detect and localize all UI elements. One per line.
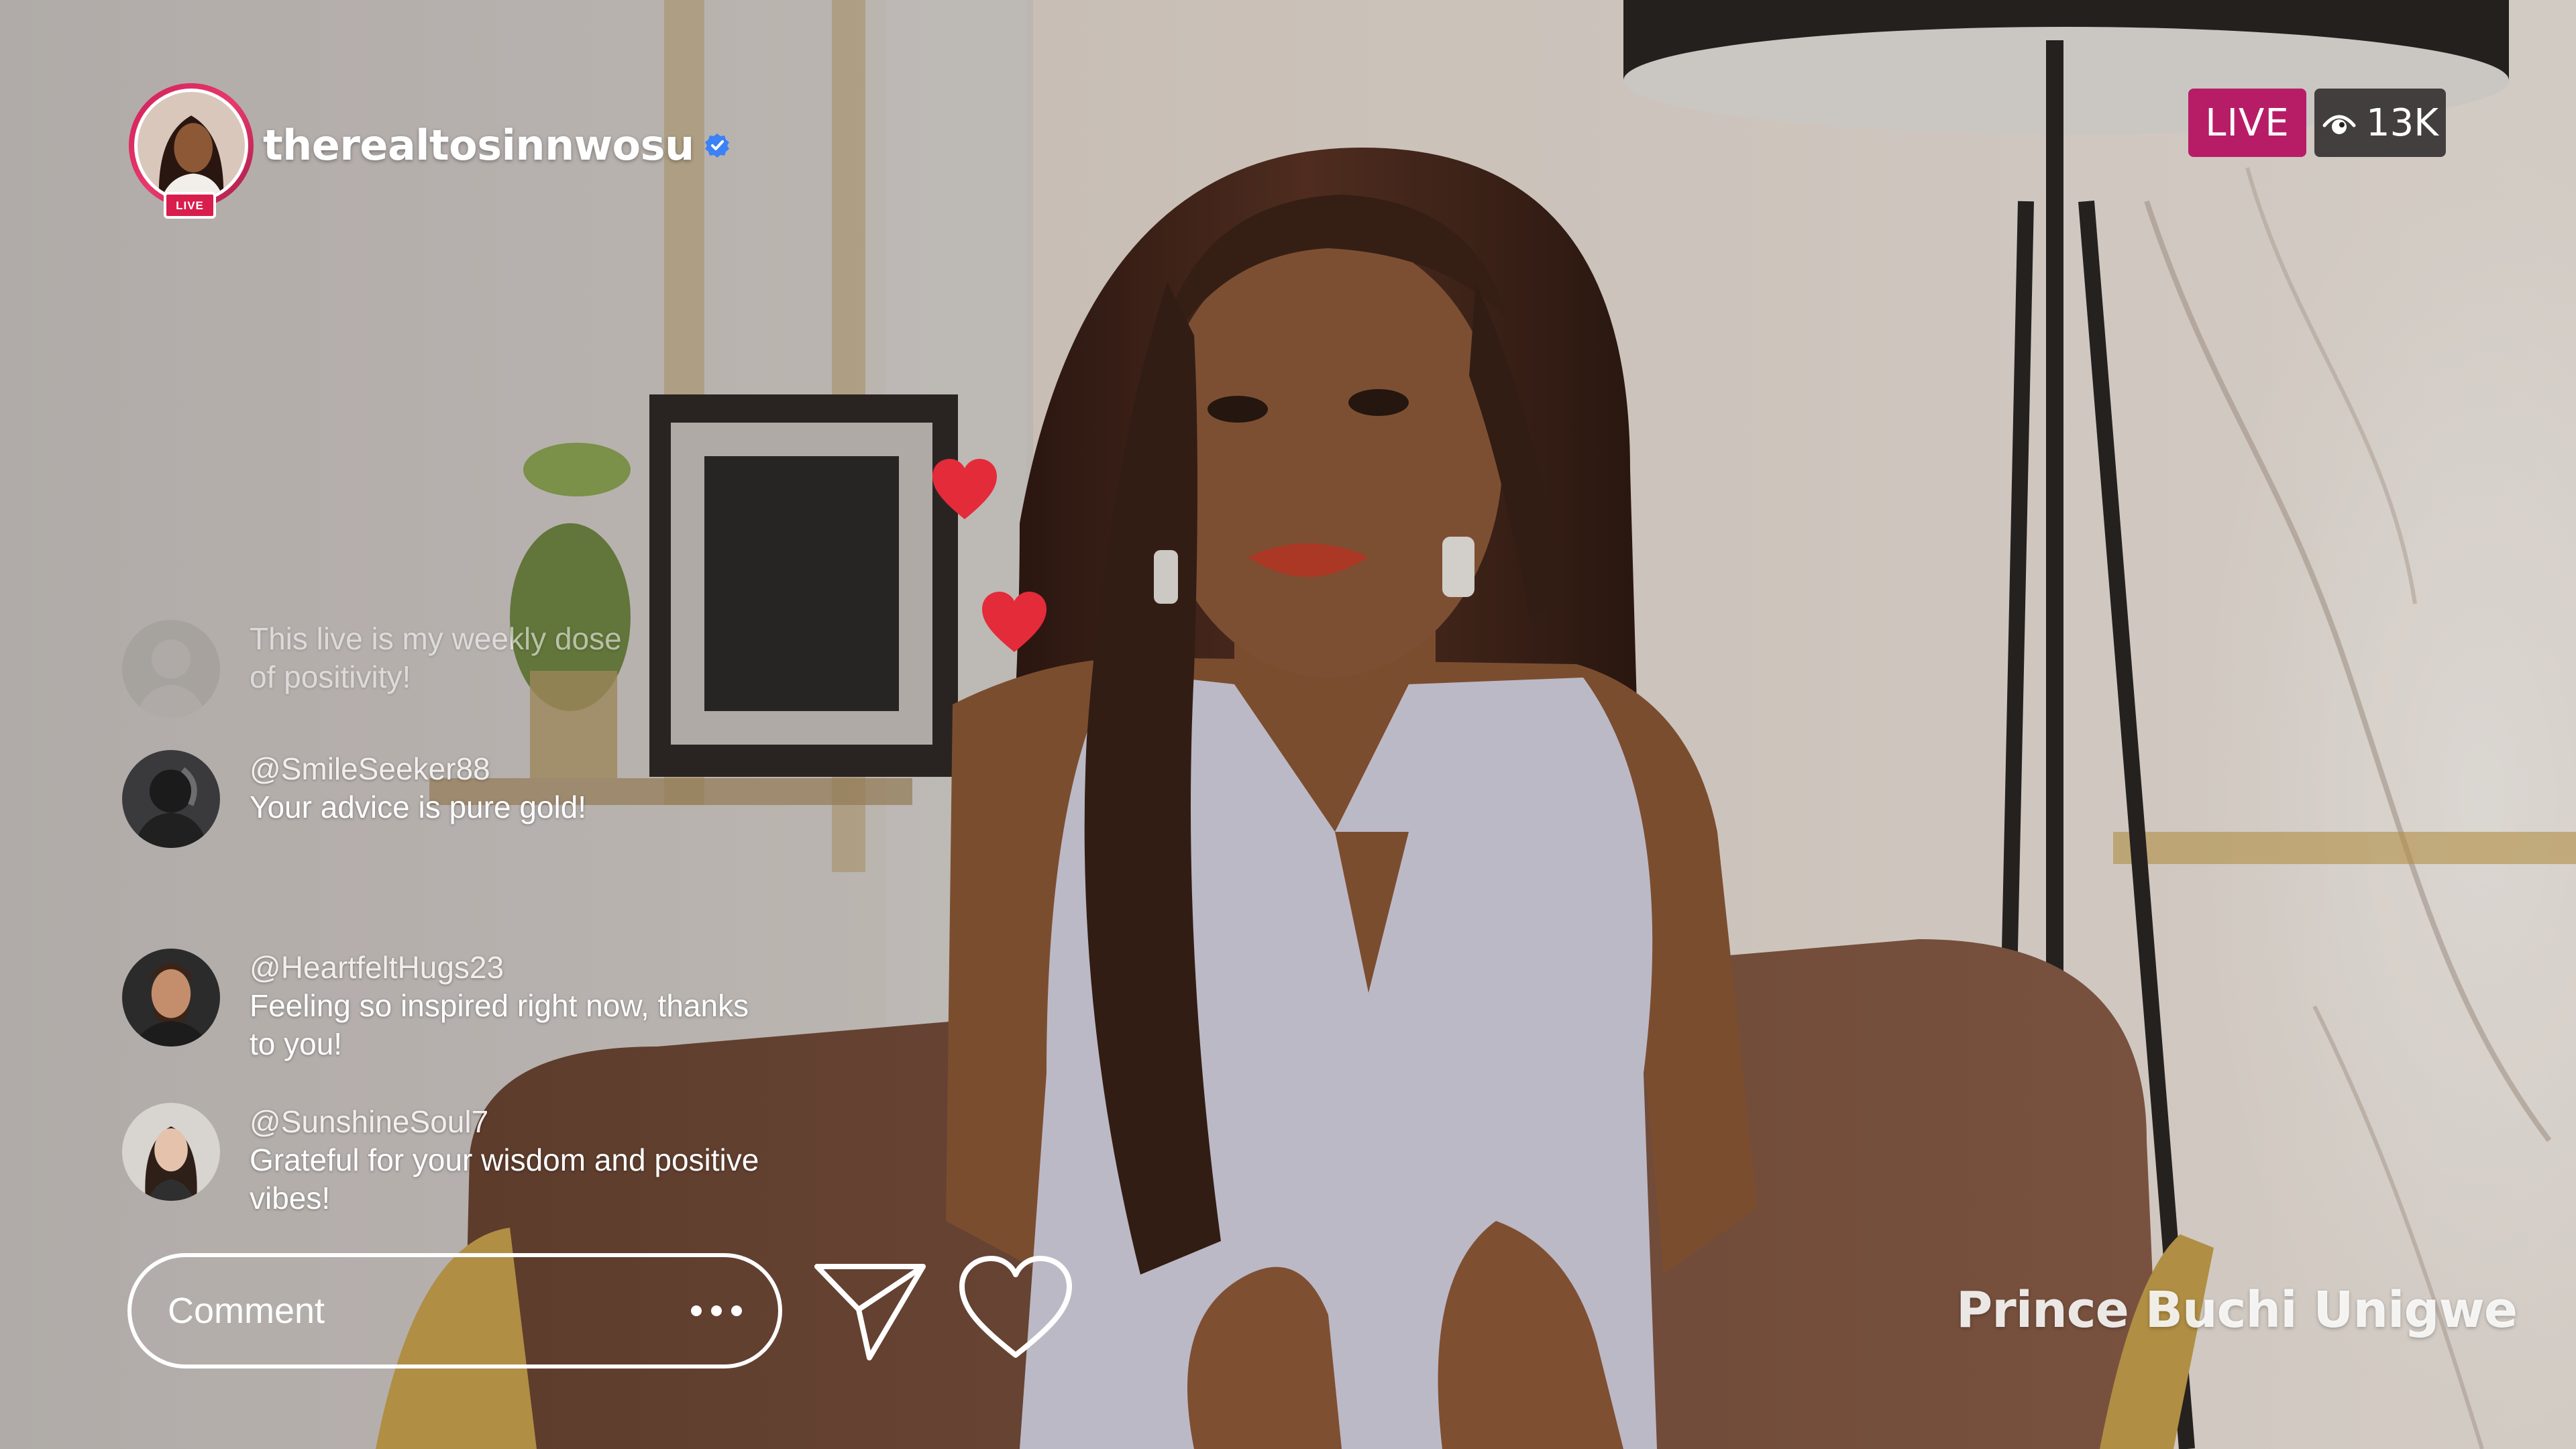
floating-heart-icon [982,592,1046,652]
more-dots-icon[interactable] [691,1305,742,1316]
host-username[interactable]: therealtosinnwosu [263,121,731,170]
comment-item: This live is my weekly dose of positivit… [122,620,622,718]
host-avatar[interactable]: LIVE [129,83,254,219]
viewer-count: 13K [2366,101,2438,145]
comment-text-line-2: vibes! [250,1181,331,1216]
comment-input[interactable]: Comment [127,1253,782,1368]
commenter-avatar[interactable] [122,1103,220,1201]
floating-heart-icon [932,459,997,519]
live-badge: LIVE [2188,89,2306,157]
profile-live-badge: LIVE [164,192,216,219]
comment-handle[interactable]: @HeartfeltHugs23 [250,949,749,987]
comment-text-line-2: of positivity! [250,659,411,694]
comment-handle[interactable]: @SmileSeeker88 [250,750,586,788]
comment-item: @SunshineSoul7 Grateful for your wisdom … [122,1103,759,1218]
eye-icon [2322,115,2356,134]
host-username-text: therealtosinnwosu [263,121,694,170]
comment-item: @HeartfeltHugs23 Feeling so inspired rig… [122,949,749,1063]
host-avatar-image [138,92,245,199]
comment-text-line-2: to you! [250,1026,343,1061]
comment-text-line-1: Grateful for your wisdom and positive [250,1142,759,1177]
comment-handle[interactable]: @SunshineSoul7 [250,1103,759,1141]
commenter-avatar [122,620,220,718]
comment-text-line-1: Feeling so inspired right now, thanks [250,988,749,1023]
watermark-credit: Prince Buchi Unigwe [1956,1281,2518,1339]
comment-item: @SmileSeeker88 Your advice is pure gold! [122,750,586,848]
viewer-count-badge: 13K [2314,89,2446,157]
comment-text-line-1: This live is my weekly dose [250,621,622,656]
commenter-avatar[interactable] [122,750,220,848]
commenter-avatar[interactable] [122,949,220,1046]
comment-text-line-1: Your advice is pure gold! [250,790,587,824]
heart-outline-icon[interactable] [957,1254,1075,1362]
comment-placeholder: Comment [168,1291,325,1331]
send-icon[interactable] [812,1257,928,1364]
verified-check-icon [704,133,729,158]
video-frame [0,0,2576,1449]
